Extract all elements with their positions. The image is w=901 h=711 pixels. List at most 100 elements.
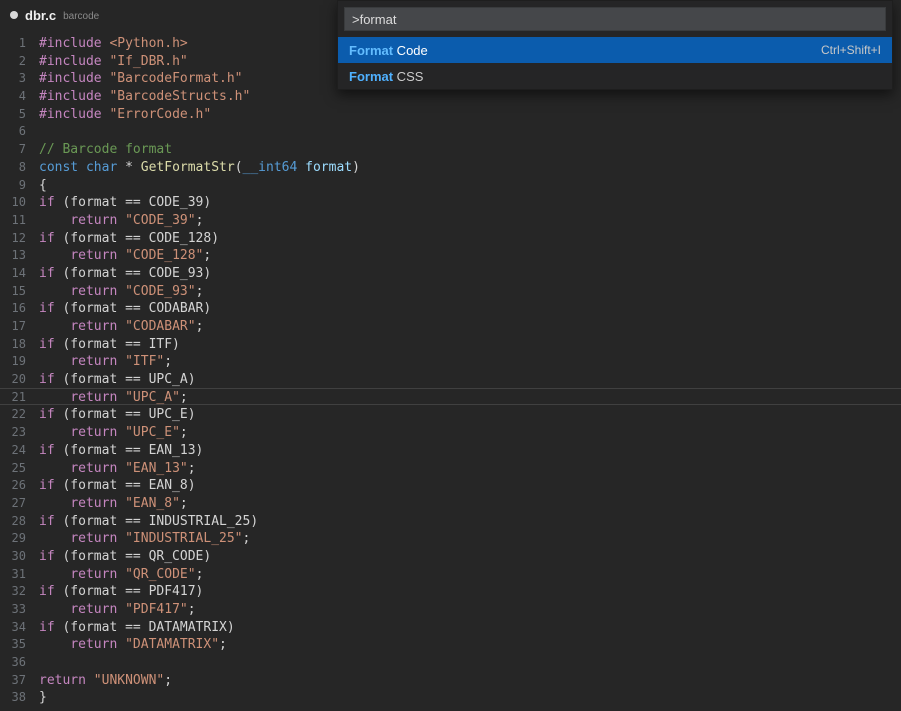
code-line[interactable]: 6 [0,122,901,140]
line-number: 2 [0,53,26,69]
code-line[interactable]: 36 [0,653,901,671]
code-line[interactable]: 13 return "CODE_128"; [0,246,901,264]
code-token: ; [188,602,196,617]
keybinding-label: Ctrl+Shift+I [821,43,881,57]
code-token: return [70,425,117,440]
code-token: #include [39,36,109,51]
code-line[interactable]: 34if (format == DATAMATRIX) [0,618,901,636]
code-token: <Python.h> [109,36,187,51]
code-token [39,461,70,476]
line-number: 15 [0,283,26,299]
code-line[interactable]: 16if (format == CODABAR) [0,299,901,317]
code-token: if [39,514,55,529]
code-line[interactable]: 23 return "UPC_E"; [0,423,901,441]
code-token: ; [180,390,188,405]
code-line[interactable]: 8const char * GetFormatStr(__int64 forma… [0,158,901,176]
code-token: (format == CODE_128) [55,231,219,246]
modified-indicator-icon [10,11,18,19]
code-text: return "CODE_39"; [39,212,203,228]
match-highlight: Format [349,69,393,84]
code-text: if (format == CODABAR) [39,300,211,316]
code-line[interactable]: 12if (format == CODE_128) [0,229,901,247]
code-token [117,248,125,263]
code-line[interactable]: 38} [0,688,901,706]
code-token: "EAN_8" [125,496,180,511]
code-text: return "PDF417"; [39,601,196,617]
code-line[interactable]: 20if (format == UPC_A) [0,370,901,388]
line-number: 3 [0,70,26,86]
code-line[interactable]: 24if (format == EAN_13) [0,441,901,459]
code-token: const [39,160,78,175]
line-number: 25 [0,460,26,476]
code-line[interactable]: 37return "UNKNOWN"; [0,671,901,689]
code-token [39,390,70,405]
code-line[interactable]: 26if (format == EAN_8) [0,476,901,494]
code-token [117,213,125,228]
code-line[interactable]: 25 return "EAN_13"; [0,459,901,477]
line-number: 37 [0,672,26,688]
line-number: 31 [0,566,26,582]
line-number: 10 [0,194,26,210]
code-token: if [39,443,55,458]
code-line[interactable]: 32if (format == PDF417) [0,582,901,600]
code-token: ; [164,354,172,369]
code-token: (format == CODE_93) [55,266,212,281]
code-line[interactable]: 31 return "QR_CODE"; [0,565,901,583]
code-line[interactable]: 5#include "ErrorCode.h" [0,105,901,123]
code-token [39,284,70,299]
code-token: return [39,673,86,688]
code-token: ; [196,213,204,228]
code-line[interactable]: 22if (format == UPC_E) [0,405,901,423]
line-number: 11 [0,212,26,228]
code-token: "UPC_E" [125,425,180,440]
code-editor-window: dbr.c barcode 1#include <Python.h>2#incl… [0,0,901,30]
code-token: "CODABAR" [125,319,195,334]
code-token: format [305,160,352,175]
code-text: return "EAN_13"; [39,460,196,476]
line-number: 9 [0,177,26,193]
line-number: 19 [0,353,26,369]
code-token: "INDUSTRIAL_25" [125,531,242,546]
code-token: return [70,354,117,369]
code-token [39,496,70,511]
code-text: const char * GetFormatStr(__int64 format… [39,159,360,175]
code-line[interactable]: 17 return "CODABAR"; [0,317,901,335]
code-line[interactable]: 35 return "DATAMATRIX"; [0,635,901,653]
code-area[interactable]: 1#include <Python.h>2#include "If_DBR.h"… [0,30,901,711]
code-line[interactable]: 28if (format == INDUSTRIAL_25) [0,512,901,530]
code-line-current[interactable]: 21 return "UPC_A"; [0,388,901,406]
code-token: GetFormatStr [141,160,235,175]
code-line[interactable]: 29 return "INDUSTRIAL_25"; [0,529,901,547]
code-line[interactable]: 15 return "CODE_93"; [0,282,901,300]
code-token: #include [39,54,109,69]
tab-filename: dbr.c [25,8,56,23]
code-token: ( [235,160,243,175]
code-token [117,319,125,334]
code-text: if (format == PDF417) [39,583,203,599]
tab-folder: barcode [63,9,99,22]
code-token [39,319,70,334]
code-line[interactable]: 14if (format == CODE_93) [0,264,901,282]
code-token: return [70,319,117,334]
code-token [117,425,125,440]
code-line[interactable]: 11 return "CODE_39"; [0,211,901,229]
code-line[interactable]: 7// Barcode format [0,140,901,158]
code-line[interactable]: 33 return "PDF417"; [0,600,901,618]
code-token: return [70,390,117,405]
code-token: ; [196,284,204,299]
code-line[interactable]: 30if (format == QR_CODE) [0,547,901,565]
command-palette-item[interactable]: Format CodeCtrl+Shift+I [338,37,892,63]
code-text: #include "If_DBR.h" [39,53,188,69]
code-line[interactable]: 9{ [0,176,901,194]
code-line[interactable]: 27 return "EAN_8"; [0,494,901,512]
code-token: "UNKNOWN" [94,673,164,688]
code-text: if (format == DATAMATRIX) [39,619,235,635]
code-text: } [39,689,47,705]
code-line[interactable]: 19 return "ITF"; [0,352,901,370]
command-palette-item[interactable]: Format CSS [338,63,892,89]
command-palette-input[interactable] [344,7,886,31]
code-token: #include [39,71,109,86]
code-text: return "CODE_128"; [39,247,211,263]
code-line[interactable]: 18if (format == ITF) [0,335,901,353]
code-line[interactable]: 10if (format == CODE_39) [0,193,901,211]
